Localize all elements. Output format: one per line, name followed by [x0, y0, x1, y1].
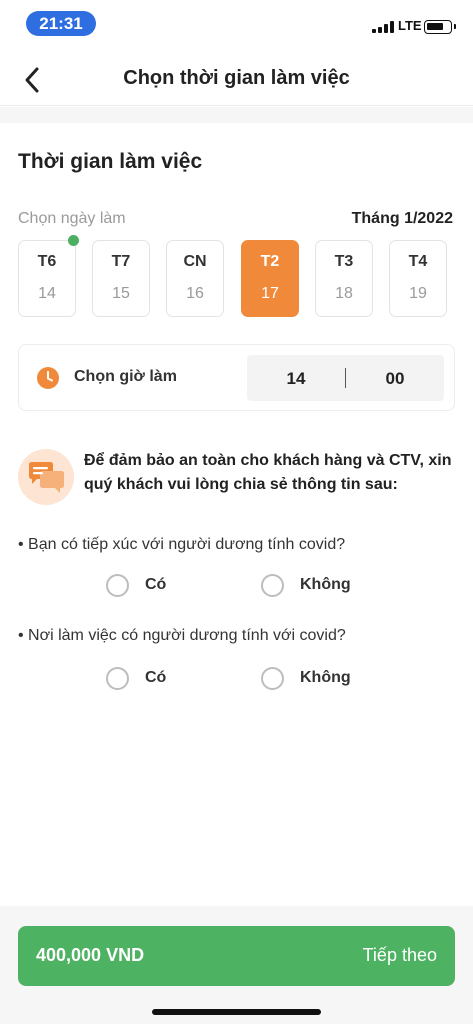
- section-title: Thời gian làm việc: [18, 150, 203, 173]
- radio-label[interactable]: Không: [300, 669, 351, 687]
- signal-icon: [372, 21, 394, 33]
- time-picker-card: Chọn giờ làm 14 00: [18, 344, 455, 411]
- safety-notice: Để đảm bảo an toàn cho khách hàng và CTV…: [84, 452, 452, 493]
- app-header: Chọn thời gian làm việc: [0, 52, 473, 106]
- radio-q1-no[interactable]: [261, 574, 284, 597]
- day-option-t3[interactable]: T3 18: [315, 240, 373, 317]
- day-date: 14: [38, 285, 56, 302]
- radio-q1-yes[interactable]: [106, 574, 129, 597]
- day-date: 19: [409, 285, 427, 302]
- day-option-cn[interactable]: CN 16: [166, 240, 224, 317]
- next-button[interactable]: 400,000 VND Tiếp theo: [18, 926, 455, 986]
- day-of-week: CN: [183, 253, 207, 270]
- minute-value[interactable]: 00: [346, 369, 444, 389]
- day-date: 15: [112, 285, 130, 302]
- clock-icon: [37, 367, 59, 389]
- day-of-week: T6: [37, 253, 57, 270]
- day-option-t2-selected[interactable]: T2 17: [241, 240, 299, 317]
- day-option-t7[interactable]: T7 15: [92, 240, 150, 317]
- status-bar: 21:31 LTE: [0, 0, 473, 44]
- time-picker-label: Chọn giờ làm: [74, 368, 177, 385]
- total-price: 400,000 VND: [36, 945, 145, 965]
- availability-dot: [68, 235, 79, 246]
- radio-label[interactable]: Không: [300, 576, 351, 594]
- status-time: 21:31: [26, 11, 96, 36]
- day-date: 16: [186, 285, 204, 302]
- network-label: LTE: [398, 18, 422, 33]
- date-picker-label: Chọn ngày làm: [18, 210, 126, 227]
- day-of-week: T4: [408, 253, 428, 270]
- hour-value[interactable]: 14: [247, 369, 345, 389]
- question-workplace-covid: • Nơi làm việc có người dương tính với c…: [18, 627, 346, 644]
- radio-label[interactable]: Có: [145, 576, 166, 594]
- day-date: 17: [261, 285, 279, 302]
- day-of-week: T2: [260, 253, 280, 270]
- radio-q2-no[interactable]: [261, 667, 284, 690]
- day-option-t6[interactable]: T6 14: [18, 240, 76, 317]
- day-date: 18: [335, 285, 353, 302]
- battery-icon: [424, 20, 456, 34]
- day-of-week: T3: [334, 253, 354, 270]
- time-input[interactable]: 14 00: [247, 355, 444, 401]
- next-label: Tiếp theo: [362, 945, 437, 965]
- chat-bubbles-icon: [18, 449, 74, 505]
- question-contact-covid: • Bạn có tiếp xúc với người dương tính c…: [18, 536, 346, 553]
- radio-q2-yes[interactable]: [106, 667, 129, 690]
- header-divider: [0, 107, 473, 123]
- home-indicator[interactable]: [152, 1009, 321, 1015]
- month-label: Tháng 1/2022: [351, 210, 453, 227]
- radio-label[interactable]: Có: [145, 669, 166, 687]
- day-option-t4[interactable]: T4 19: [389, 240, 447, 317]
- page-title: Chọn thời gian làm việc: [123, 67, 350, 89]
- day-of-week: T7: [111, 253, 131, 270]
